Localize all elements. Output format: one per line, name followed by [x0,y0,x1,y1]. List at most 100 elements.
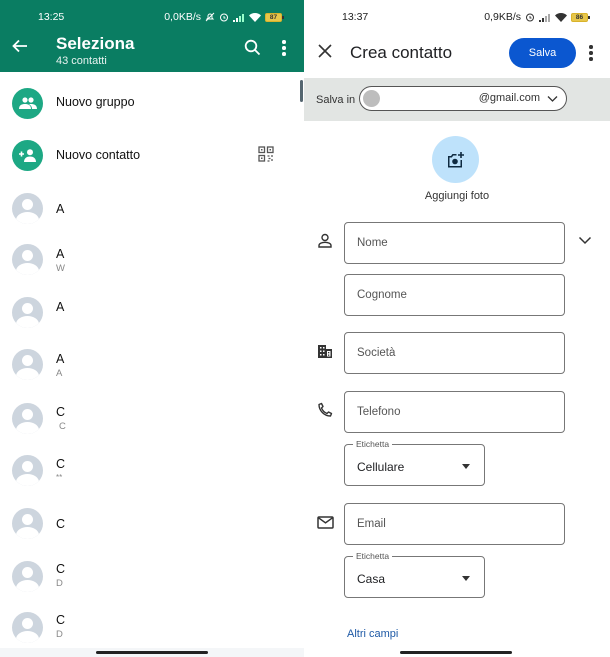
mute-bell-icon [205,12,215,22]
more-fields-link[interactable]: Altri campi [347,628,398,640]
battery-icon: 86 [571,12,590,22]
wifi-icon [249,12,261,22]
new-group-item[interactable]: Nuovo gruppo [0,77,304,129]
status-time: 13:37 [342,11,369,23]
signal-icon [233,13,244,22]
phone-label-value: Cellulare [357,460,405,474]
email-label-select[interactable]: Etichetta Casa [344,551,485,598]
alarm-icon [220,13,228,22]
dropdown-arrow-icon [462,576,470,581]
whatsapp-select-contact-screen: 13:25 0,0KB/s 87 Seleziona 43 contatti N… [0,0,304,657]
avatar [12,192,43,224]
dropdown-arrow-icon [462,464,470,469]
last-name-field[interactable]: Cognome [344,274,565,316]
last-name-placeholder: Cognome [357,289,407,301]
contact-row[interactable]: C [0,497,304,549]
alarm-icon [526,13,534,22]
account-selector[interactable]: @gmail.com [359,86,567,111]
add-photo-icon [447,151,464,167]
contact-row[interactable]: C D [0,550,304,602]
save-in-label: Salva in [316,94,356,106]
contact-name: A [56,352,65,366]
more-options-icon[interactable] [282,40,286,56]
company-placeholder: Società [357,347,396,359]
gesture-bar [0,648,304,657]
chevron-down-icon [547,96,558,102]
status-bar: 13:37 0,9KB/s 86 [304,11,610,25]
avatar [12,507,43,539]
first-name-field[interactable]: Nome [344,222,565,264]
home-indicator[interactable] [400,651,512,654]
new-contact-label: Nuovo contatto [56,148,141,162]
contact-status: C [59,421,66,432]
add-person-icon [12,139,43,171]
contact-name: C [56,405,66,419]
qr-code-icon[interactable] [258,146,274,167]
avatar [12,560,43,592]
page-title: Crea contatto [350,43,453,62]
close-icon[interactable] [318,42,332,62]
contact-status: ** [56,473,63,482]
avatar [12,611,43,643]
group-icon [12,87,43,119]
contact-status: W [56,263,65,274]
battery-icon: 87 [265,12,284,22]
first-name-placeholder: Nome [357,237,388,249]
avatar [12,454,43,486]
contact-row[interactable]: C D [0,601,304,653]
email-label-legend: Etichetta [353,551,393,561]
scrollbar[interactable] [300,80,303,102]
more-options-icon[interactable] [589,45,593,61]
avatar [12,402,43,434]
avatar [12,296,43,328]
avatar [12,348,43,380]
contact-row[interactable]: A W [0,233,304,285]
add-photo-button[interactable] [432,136,479,183]
home-indicator[interactable] [96,651,208,654]
contact-row[interactable]: A A [0,338,304,390]
phone-icon [318,402,333,417]
contact-status: D [56,629,63,640]
status-time: 13:25 [38,11,65,23]
create-contact-screen: 13:37 0,9KB/s 86 Crea contatto Salva Sal… [304,0,610,657]
contact-name: A [56,300,65,314]
signal-icon [539,13,550,22]
phone-placeholder: Telefono [357,406,401,418]
new-group-label: Nuovo gruppo [56,95,135,109]
contact-name: A [56,247,65,261]
email-placeholder: Email [357,518,386,530]
contact-status: D [56,578,63,589]
phone-label-legend: Etichetta [353,439,393,449]
page-title: Seleziona [56,34,135,53]
company-field[interactable]: Società [344,332,565,374]
save-button[interactable]: Salva [509,38,576,68]
contact-status: A [56,368,63,379]
contact-name: C [56,562,66,576]
email-label-value: Casa [357,572,386,586]
wifi-icon [555,12,567,22]
avatar [12,243,43,275]
email-icon [317,516,334,529]
contact-row[interactable]: C C [0,392,304,444]
chevron-down-icon[interactable] [578,233,592,247]
contact-row[interactable]: A [0,182,304,234]
person-icon [318,233,332,248]
email-field[interactable]: Email [344,503,565,545]
back-arrow-icon[interactable] [12,38,28,58]
contact-name: C [56,457,66,471]
contact-row[interactable]: C ** [0,444,304,496]
contact-name: C [56,517,66,531]
account-email: @gmail.com [478,92,540,104]
contact-count: 43 contatti [56,55,107,67]
app-bar: 13:25 0,0KB/s 87 Seleziona 43 contatti [0,0,304,72]
phone-label-select[interactable]: Etichetta Cellulare [344,439,485,486]
contact-row[interactable]: A [0,286,304,338]
search-icon[interactable] [244,39,261,61]
network-speed: 0,0KB/s [164,11,201,23]
company-icon [318,345,332,358]
contact-name: C [56,613,66,627]
save-in-bar: Salva in @gmail.com [304,78,610,121]
network-speed: 0,9KB/s [484,11,521,23]
status-bar: 13:25 0,0KB/s 87 [0,11,304,25]
phone-field[interactable]: Telefono [344,391,565,433]
